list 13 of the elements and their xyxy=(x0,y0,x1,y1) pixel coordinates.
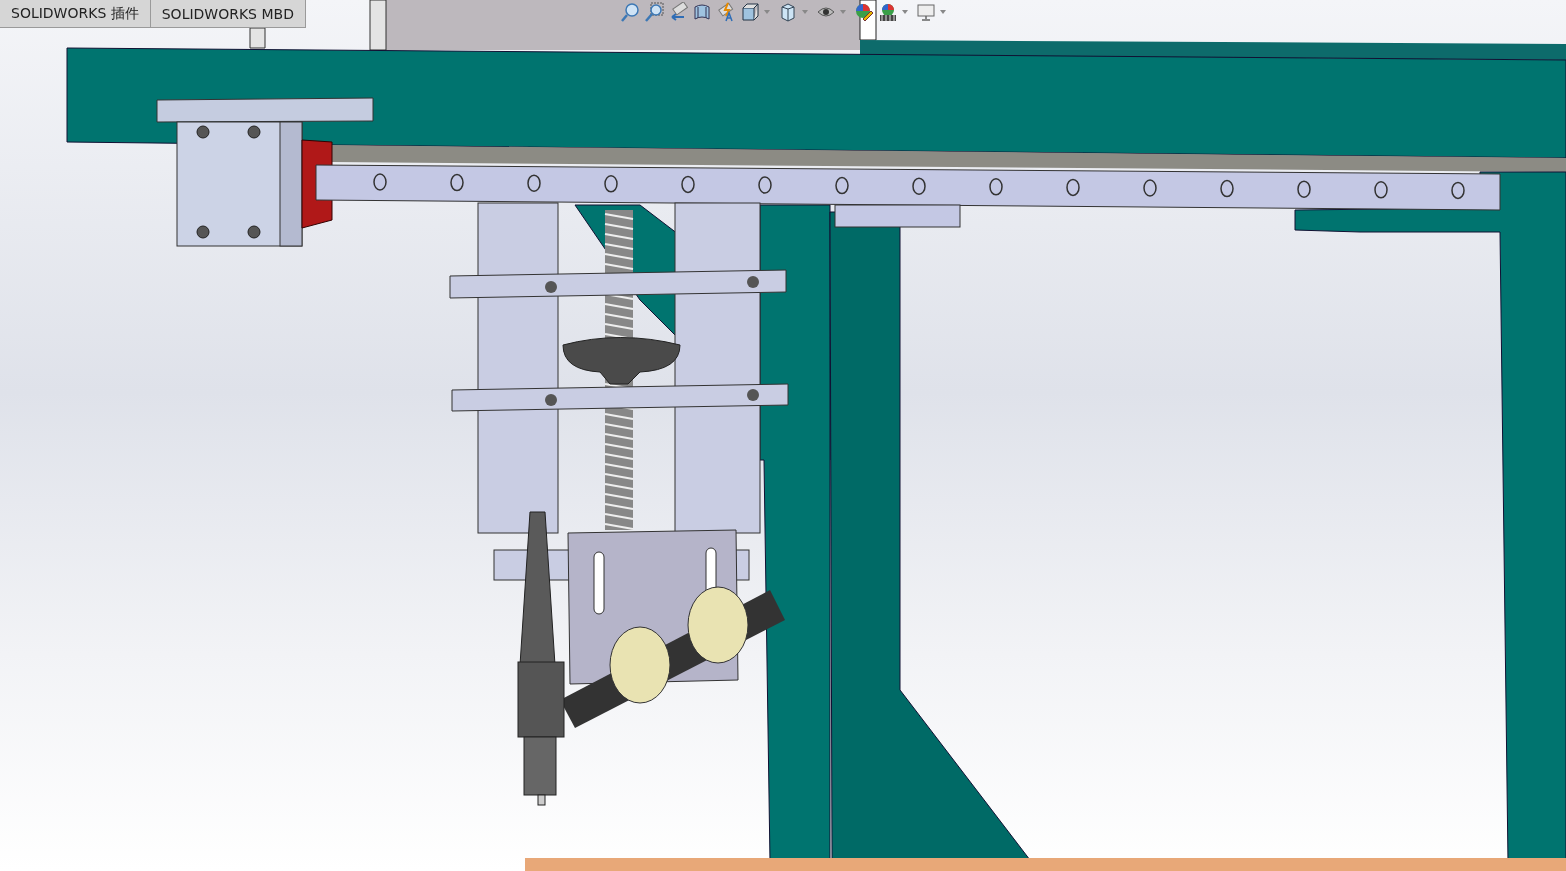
section-view-icon[interactable] xyxy=(692,2,712,22)
caret-icon[interactable] xyxy=(902,10,908,14)
monitor-icon[interactable] xyxy=(916,2,936,22)
ribbon-tab[interactable]: SOLIDWORKS MBD xyxy=(150,0,306,28)
display-style-icon[interactable] xyxy=(778,2,798,22)
zoom-fit-icon[interactable] xyxy=(620,2,640,22)
scene-icon[interactable] xyxy=(878,2,898,22)
appearance-icon[interactable] xyxy=(854,2,874,22)
view-orientation-icon[interactable] xyxy=(740,2,760,22)
zoom-area-icon[interactable] xyxy=(644,2,664,22)
caret-icon[interactable] xyxy=(940,10,946,14)
dynamic-annotation-icon[interactable] xyxy=(716,2,736,22)
ribbon-tab[interactable]: SOLIDWORKS 插件 xyxy=(0,0,151,28)
